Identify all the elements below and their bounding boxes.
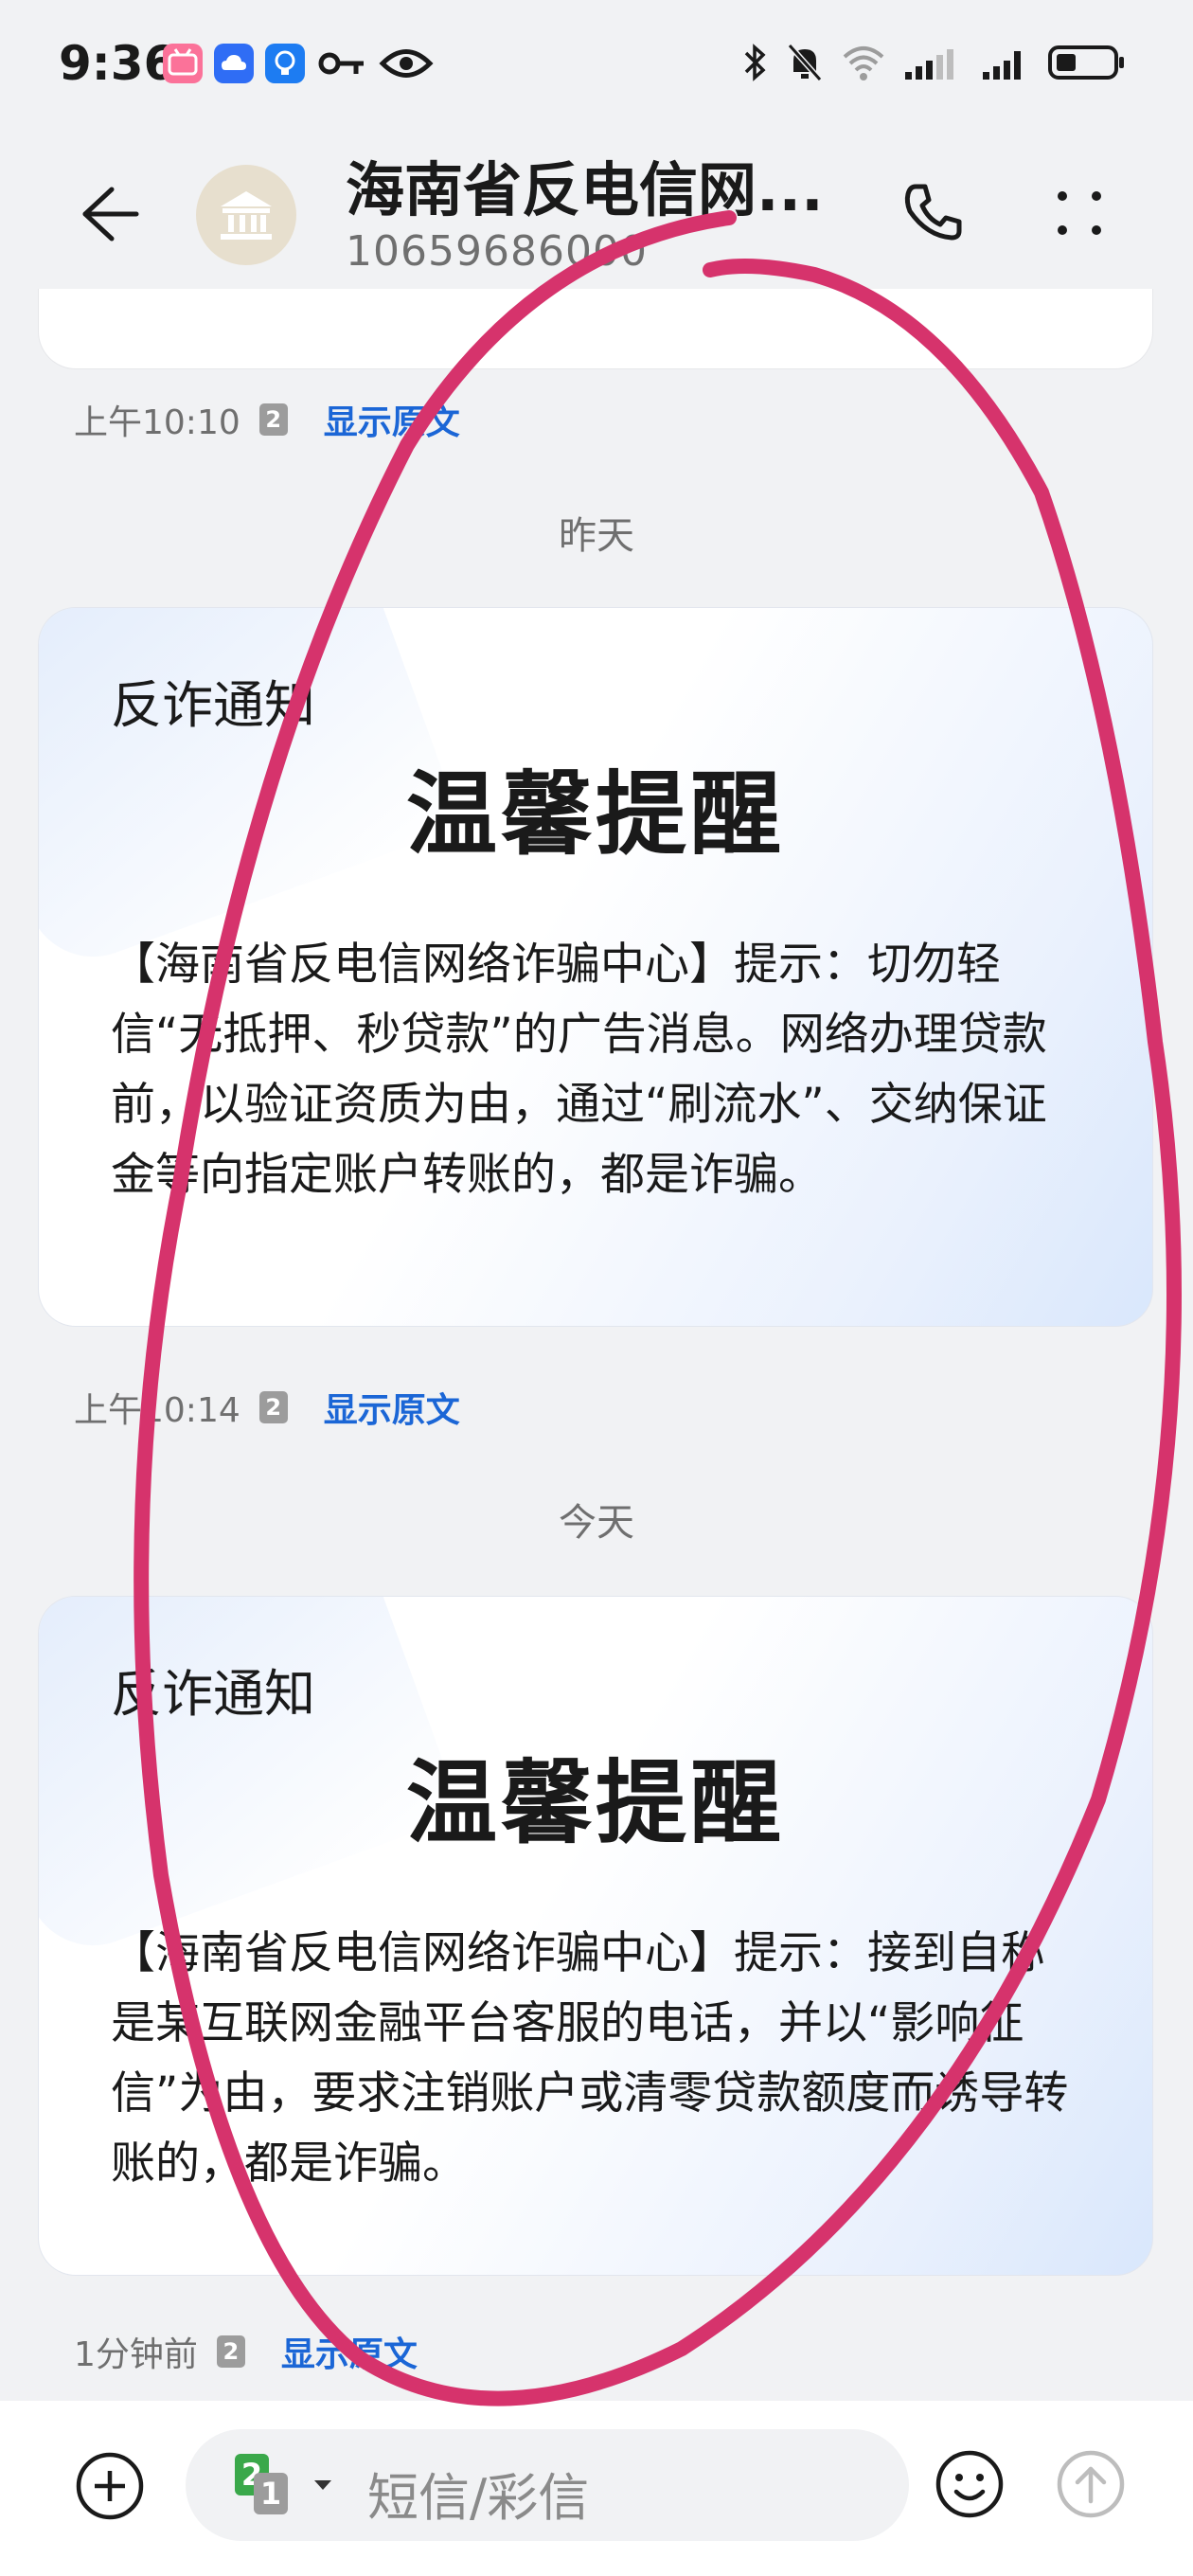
sim-secondary-label: 1	[259, 2476, 282, 2512]
arrow-left-icon	[82, 187, 139, 242]
card-title: 温馨提醒	[406, 1750, 785, 1856]
sim-badge: 2	[216, 2335, 245, 2368]
status-system-icons	[742, 42, 1127, 83]
page-title: 海南省反电信网...	[346, 155, 824, 224]
dropdown-caret-icon	[314, 2480, 331, 2490]
message-meta: 上午10:10 2 显示原文	[74, 395, 460, 444]
battery-icon	[1048, 45, 1124, 80]
message-meta: 1分钟前 2 显示原文	[74, 2327, 418, 2376]
status-bar: 9:36	[0, 0, 1193, 133]
show-original-link[interactable]: 显示原文	[281, 2327, 418, 2376]
message-card[interactable]: 反诈通知 温馨提醒 【海南省反电信网络诈骗中心】提示：切勿轻信“无抵押、秒贷款”…	[38, 607, 1153, 1327]
back-button[interactable]	[74, 180, 142, 248]
card-label: 反诈通知	[111, 1664, 315, 1724]
message-list[interactable]: 上午10:10 2 显示原文 昨天 反诈通知 温馨提醒 【海南省反电信网络诈骗中…	[0, 289, 1193, 2401]
bluetooth-icon	[744, 44, 766, 81]
call-button[interactable]	[895, 175, 970, 251]
mute-bell-icon	[787, 44, 823, 81]
message-card[interactable]: 反诈通知 温馨提醒 【海南省反电信网络诈骗中心】提示：接到自称是某互联网金融平台…	[38, 1596, 1153, 2276]
bank-icon	[221, 191, 272, 240]
sender-number: 10659686000	[346, 227, 648, 276]
input-placeholder: 短信/彩信	[367, 2468, 590, 2528]
signal-icon	[983, 51, 1021, 80]
card-body: 【海南省反电信网络诈骗中心】提示：切勿轻信“无抵押、秒贷款”的广告消息。网络办理…	[111, 939, 1047, 1201]
compose-bar: 2 1 短信/彩信	[0, 2401, 1193, 2576]
show-original-link[interactable]: 显示原文	[324, 1383, 460, 1432]
wifi-icon	[843, 46, 884, 80]
date-separator: 昨天	[559, 514, 634, 558]
show-original-link[interactable]: 显示原文	[324, 395, 460, 444]
message-time: 上午10:10	[74, 403, 240, 442]
arrow-up-circle-icon	[1057, 2450, 1125, 2518]
cloud-app-icon	[214, 44, 254, 83]
sim-1-badge: 1	[254, 2473, 288, 2514]
eye-icon	[379, 49, 434, 78]
card-body: 【海南省反电信网络诈骗中心】提示：接到自称是某互联网金融平台客服的电话，并以“影…	[111, 1927, 1069, 2190]
emoji-button[interactable]	[934, 2448, 1006, 2520]
bilibili-icon	[163, 44, 203, 83]
key-icon	[318, 52, 364, 75]
signal-icon	[905, 49, 953, 80]
more-options-button[interactable]	[1042, 175, 1117, 251]
smiley-icon	[935, 2450, 1004, 2518]
card-title: 温馨提醒	[406, 761, 785, 868]
status-time: 9:36	[59, 36, 177, 91]
more-dots-icon	[1058, 191, 1101, 235]
date-separator: 今天	[559, 1501, 634, 1545]
phone-icon	[904, 184, 962, 241]
message-input[interactable]: 2 1 短信/彩信	[186, 2429, 909, 2541]
send-button[interactable]	[1055, 2448, 1127, 2520]
message-bubble[interactable]	[38, 289, 1153, 369]
card-label: 反诈通知	[111, 675, 315, 735]
status-app-icons	[163, 44, 434, 83]
message-meta: 上午10:14 2 显示原文	[74, 1383, 460, 1432]
message-time: 1分钟前	[74, 2335, 198, 2374]
avatar[interactable]	[196, 165, 296, 265]
sim-selector[interactable]: 2 1	[235, 2454, 331, 2516]
sim-badge: 2	[258, 403, 288, 436]
add-attachment-button[interactable]	[74, 2450, 146, 2522]
message-time: 上午10:14	[74, 1391, 240, 1430]
sim-badge: 2	[258, 1391, 288, 1423]
bulb-app-icon	[265, 44, 305, 83]
conversation-header: 海南省反电信网... 10659686000	[0, 133, 1193, 289]
plus-circle-icon	[76, 2452, 144, 2520]
